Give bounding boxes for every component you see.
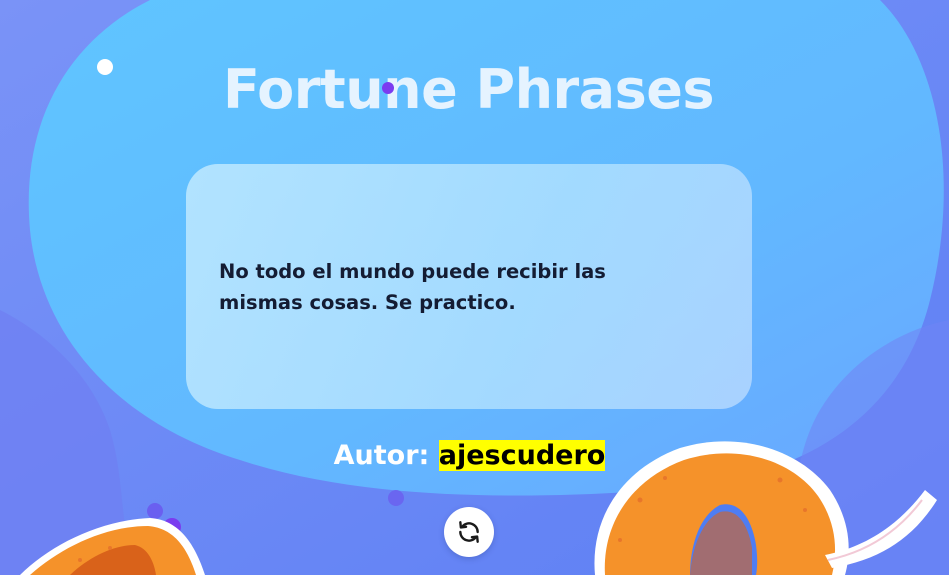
author-line: Autor: ajescudero xyxy=(0,440,939,471)
page-title: Fortune Phrases xyxy=(222,58,715,121)
author-label: Autor: xyxy=(333,440,430,471)
refresh-icon xyxy=(459,521,479,543)
fortune-card: No todo el mundo puede recibir las misma… xyxy=(186,164,752,409)
refresh-button[interactable] xyxy=(444,507,494,557)
author-name: ajescudero xyxy=(438,440,606,471)
fortune-phrase: No todo el mundo puede recibir las misma… xyxy=(219,260,606,314)
